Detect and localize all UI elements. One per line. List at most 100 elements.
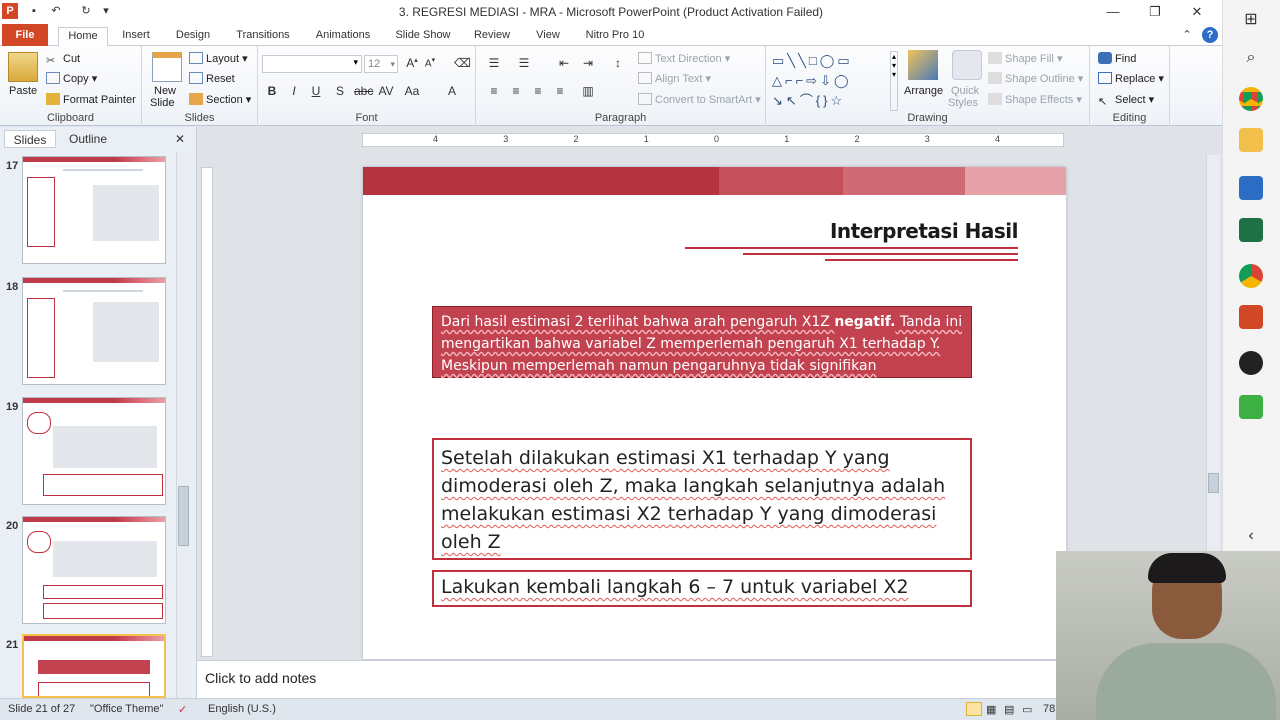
- clear-formatting-icon[interactable]: ⌫: [454, 56, 471, 70]
- ribbon: Paste ✂ Cut Copy ▾ Format Painter Clipboa…: [0, 46, 1222, 126]
- reading-view-icon[interactable]: ▤: [1004, 703, 1014, 716]
- tab-insert[interactable]: Insert: [116, 27, 156, 46]
- slide-sorter-icon[interactable]: ▦: [986, 703, 996, 716]
- slideshow-view-icon[interactable]: ▭: [1022, 703, 1032, 716]
- tab-view[interactable]: View: [530, 27, 566, 46]
- proofing-icon[interactable]: ✓: [178, 703, 187, 716]
- slide-canvas[interactable]: Interpretasi Hasil Dari hasil estimasi 2…: [363, 167, 1066, 659]
- font-name-input[interactable]: ▾: [262, 55, 362, 73]
- slide-thumbnail-18[interactable]: [22, 277, 166, 385]
- minimize-icon[interactable]: —: [1098, 2, 1128, 22]
- shape-outline-button[interactable]: Shape Outline ▾: [988, 72, 1083, 86]
- ruler-tick-label: 3: [924, 134, 930, 144]
- select-button[interactable]: ↖ Select ▾: [1098, 93, 1154, 108]
- slide-thumbnail-21[interactable]: [22, 634, 166, 698]
- grow-font-icon[interactable]: A▴: [404, 56, 420, 70]
- find-button[interactable]: Find: [1098, 52, 1136, 66]
- quick-styles-icon[interactable]: [952, 50, 982, 80]
- font-size-input[interactable]: 12 ▾: [364, 55, 398, 73]
- tab-nitro[interactable]: Nitro Pro 10: [580, 27, 650, 46]
- numbering-icon[interactable]: ☰: [516, 56, 532, 70]
- zoom-level[interactable]: 78: [1043, 703, 1055, 715]
- layout-button[interactable]: Layout ▾: [189, 52, 248, 66]
- tab-home[interactable]: Home: [58, 27, 108, 47]
- change-case-icon[interactable]: Aa: [404, 84, 420, 98]
- strikethrough-icon[interactable]: abc: [354, 84, 373, 98]
- line-spacing-icon[interactable]: ↕: [610, 56, 626, 70]
- convert-smartart-button[interactable]: Convert to SmartArt ▾: [638, 93, 761, 107]
- shape-effects-button[interactable]: Shape Effects ▾: [988, 93, 1082, 107]
- slide-thumbnail-20[interactable]: [22, 516, 166, 624]
- columns-icon[interactable]: ▥: [580, 84, 596, 98]
- character-spacing-icon[interactable]: AV: [378, 84, 394, 98]
- font-color-icon[interactable]: A: [444, 84, 460, 98]
- calculator-icon[interactable]: [1239, 176, 1263, 200]
- slides-pane-scrollbar[interactable]: [176, 152, 190, 698]
- tab-slides[interactable]: Slides: [4, 130, 56, 148]
- bold-icon[interactable]: B: [264, 84, 280, 98]
- restore-icon[interactable]: ❐: [1140, 2, 1170, 22]
- chevron-left-icon[interactable]: ‹: [1239, 524, 1263, 548]
- section-button[interactable]: Section ▾: [189, 93, 251, 107]
- close-pane-icon[interactable]: ✕: [172, 130, 188, 148]
- obs-icon[interactable]: [1239, 351, 1263, 375]
- text-direction-button[interactable]: Text Direction ▾: [638, 52, 730, 66]
- ribbon-collapse-icon[interactable]: ⌃: [1180, 27, 1194, 46]
- tab-review[interactable]: Review: [470, 27, 514, 46]
- paste-button[interactable]: Paste: [9, 84, 37, 98]
- shadow-icon[interactable]: S: [332, 84, 348, 98]
- arrange-button[interactable]: Arrange: [904, 84, 943, 98]
- cursor-icon: ↖: [1098, 96, 1108, 108]
- quick-styles-label2[interactable]: Styles: [948, 96, 978, 110]
- shrink-font-icon[interactable]: A▾: [422, 56, 438, 69]
- interpretation-textbox[interactable]: Dari hasil estimasi 2 terlihat bahwa ara…: [432, 306, 972, 378]
- tab-transitions[interactable]: Transitions: [230, 27, 296, 46]
- shapes-gallery[interactable]: ▭╲╲□◯▭ △⌐⌐⇨⇩◯ ↘↖⌒{}☆: [772, 51, 890, 111]
- align-right-icon[interactable]: ≡: [530, 84, 546, 98]
- paste-icon[interactable]: [8, 52, 38, 82]
- arrange-icon[interactable]: [908, 50, 938, 80]
- tab-design[interactable]: Design: [170, 27, 216, 46]
- close-icon[interactable]: ✕: [1182, 2, 1212, 22]
- new-slide-label2[interactable]: Slide: [150, 96, 174, 110]
- increase-indent-icon[interactable]: ⇥: [580, 56, 596, 70]
- excel-icon[interactable]: [1239, 218, 1263, 242]
- search-icon[interactable]: ⌕: [1239, 46, 1263, 70]
- reset-button[interactable]: Reset: [189, 72, 235, 86]
- normal-view-icon[interactable]: [966, 702, 982, 716]
- ruler-tick-label: 0: [714, 134, 720, 144]
- slide-thumbnail-17[interactable]: [22, 156, 166, 264]
- bullets-icon[interactable]: ☰: [486, 56, 502, 70]
- decrease-indent-icon[interactable]: ⇤: [556, 56, 572, 70]
- new-slide-icon[interactable]: [152, 52, 182, 82]
- tab-animations[interactable]: Animations: [310, 27, 376, 46]
- copy-button[interactable]: Copy ▾: [46, 72, 97, 86]
- shapes-gallery-scroll[interactable]: ▴ ▾ ▾: [890, 51, 898, 111]
- chrome-profile-icon[interactable]: [1239, 264, 1263, 288]
- align-text-button[interactable]: Align Text ▾: [638, 72, 711, 86]
- tab-slide-show[interactable]: Slide Show: [392, 27, 454, 46]
- align-center-icon[interactable]: ≡: [508, 84, 524, 98]
- replace-button[interactable]: Replace ▾: [1098, 72, 1164, 86]
- cut-button[interactable]: ✂ Cut: [46, 52, 80, 67]
- tab-outline[interactable]: Outline: [60, 130, 116, 148]
- powerpoint-taskbar-icon[interactable]: [1239, 305, 1263, 329]
- next-step-textbox[interactable]: Setelah dilakukan estimasi X1 terhadap Y…: [432, 438, 972, 560]
- file-explorer-icon[interactable]: [1239, 128, 1263, 152]
- notes-pane[interactable]: Click to add notes: [197, 660, 1057, 698]
- italic-icon[interactable]: I: [286, 84, 302, 98]
- slide-title[interactable]: Interpretasi Hasil: [830, 219, 1019, 243]
- shape-fill-button[interactable]: Shape Fill ▾: [988, 52, 1063, 66]
- app-store-icon[interactable]: [1239, 395, 1263, 419]
- language[interactable]: English (U.S.): [208, 703, 276, 715]
- justify-icon[interactable]: ≡: [552, 84, 568, 98]
- underline-icon[interactable]: U: [308, 84, 324, 98]
- align-left-icon[interactable]: ≡: [486, 84, 502, 98]
- windows-start-icon[interactable]: ⊞: [1239, 8, 1263, 32]
- chrome-icon[interactable]: [1239, 87, 1263, 111]
- repeat-step-textbox[interactable]: Lakukan kembali langkah 6 – 7 untuk vari…: [432, 570, 972, 607]
- tab-file[interactable]: File: [2, 24, 48, 46]
- slide-thumbnail-19[interactable]: [22, 397, 166, 505]
- format-painter-button[interactable]: Format Painter: [46, 93, 136, 107]
- help-icon[interactable]: ?: [1202, 27, 1218, 43]
